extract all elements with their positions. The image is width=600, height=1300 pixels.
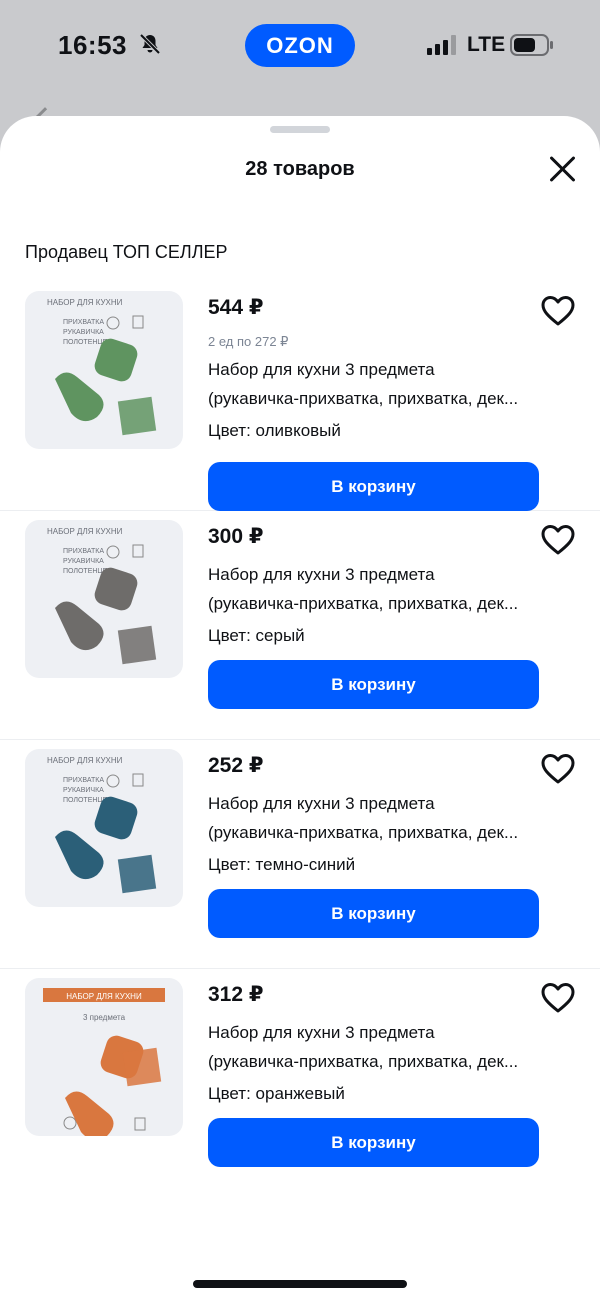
image-caption: ПОЛОТЕНЦЕ: [63, 339, 108, 346]
product-image[interactable]: НАБОР ДЛЯ КУХНИ ПРИХВАТКА РУКАВИЧКА ПОЛОТЕ…: [25, 291, 183, 449]
products-bottom-sheet: 28 товаров Продавец ТОП СЕЛЛЕР НАБОР ДЛЯ…: [0, 116, 600, 1300]
product-image[interactable]: НАБОР ДЛЯ КУХНИ ПРИХВАТКА РУКАВИЧКА ПОЛОТЕ…: [25, 520, 183, 678]
product-card[interactable]: НАБОР ДЛЯ КУХНИ ПРИХВАТКА РУКАВИЧКА ПОЛОТЕ…: [0, 282, 600, 511]
product-title-line[interactable]: (рукавичка-прихватка, прихватка, дек...: [208, 389, 518, 409]
image-heading: НАБОР ДЛЯ КУХНИ: [47, 756, 123, 765]
network-type: LTE: [467, 33, 506, 56]
product-price: 544 ₽: [208, 296, 264, 319]
add-to-cart-button[interactable]: В корзину: [208, 1118, 539, 1167]
image-caption: РУКАВИЧКА: [63, 787, 104, 794]
product-title-line[interactable]: (рукавичка-прихватка, прихватка, дек...: [208, 1052, 518, 1072]
add-to-cart-button[interactable]: В корзину: [208, 660, 539, 709]
sheet-title: 28 товаров: [245, 158, 355, 180]
heart-icon[interactable]: [540, 982, 576, 1014]
sheet-grabber[interactable]: [270, 126, 330, 133]
product-title-line[interactable]: Набор для кухни 3 предмета: [208, 360, 435, 380]
home-indicator[interactable]: [193, 1280, 407, 1288]
bell-slash-icon: [139, 33, 161, 55]
add-to-cart-button[interactable]: В корзину: [208, 889, 539, 938]
cellular-signal-icon: [427, 35, 456, 55]
product-title-line[interactable]: (рукавичка-прихватка, прихватка, дек...: [208, 823, 518, 843]
heart-icon[interactable]: [540, 524, 576, 556]
product-title-line[interactable]: (рукавичка-прихватка, прихватка, дек...: [208, 594, 518, 614]
product-image[interactable]: НАБОР ДЛЯ КУХНИ ПРИХВАТКА РУКАВИЧКА ПОЛОТЕ…: [25, 749, 183, 907]
unit-price: 2 ед по 272 ₽: [208, 334, 289, 349]
image-caption: ПРИХВАТКА: [63, 777, 104, 784]
product-title-line[interactable]: Набор для кухни 3 предмета: [208, 1023, 435, 1043]
heart-icon[interactable]: [540, 753, 576, 785]
close-icon[interactable]: [546, 152, 580, 186]
image-caption: ПОЛОТЕНЦЕ: [63, 568, 108, 575]
ozon-app-badge[interactable]: OZON: [245, 24, 355, 67]
product-card[interactable]: НАБОР ДЛЯ КУХНИ ПРИХВАТКА РУКАВИЧКА ПОЛОТЕ…: [0, 740, 600, 969]
image-heading: НАБОР ДЛЯ КУХНИ: [47, 298, 123, 307]
image-caption: ПРИХВАТКА: [63, 319, 104, 326]
image-caption: ПРИХВАТКА: [63, 548, 104, 555]
product-price: 252 ₽: [208, 754, 264, 777]
product-price: 300 ₽: [208, 525, 264, 548]
product-card[interactable]: НАБОР ДЛЯ КУХНИ ПРИХВАТКА РУКАВИЧКА ПОЛОТЕ…: [0, 511, 600, 740]
product-price: 312 ₽: [208, 983, 264, 1006]
add-to-cart-button[interactable]: В корзину: [208, 462, 539, 511]
heart-icon[interactable]: [540, 295, 576, 327]
image-caption: РУКАВИЧКА: [63, 329, 104, 336]
product-color: Цвет: оливковый: [208, 421, 341, 440]
image-heading: НАБОР ДЛЯ КУХНИ: [47, 527, 123, 536]
seller-name: Продавец ТОП СЕЛЛЕР: [25, 242, 228, 262]
image-heading: НАБОР ДЛЯ КУХНИ: [66, 992, 142, 1001]
status-bar: 16:53 OZON LTE: [0, 0, 600, 92]
product-title-line[interactable]: Набор для кухни 3 предмета: [208, 565, 435, 585]
image-caption: 3 предмета: [83, 1013, 126, 1022]
product-card[interactable]: НАБОР ДЛЯ КУХНИ 3 предмета 312 ₽ Набор д…: [0, 969, 600, 1198]
product-color: Цвет: серый: [208, 626, 305, 645]
product-image[interactable]: НАБОР ДЛЯ КУХНИ 3 предмета: [25, 978, 183, 1136]
product-color: Цвет: темно-синий: [208, 855, 356, 874]
product-title-line[interactable]: Набор для кухни 3 предмета: [208, 794, 435, 814]
image-caption: ПОЛОТЕНЦЕ: [63, 797, 108, 804]
status-time: 16:53: [58, 30, 127, 60]
image-caption: РУКАВИЧКА: [63, 558, 104, 565]
product-color: Цвет: оранжевый: [208, 1084, 345, 1103]
battery-icon: [510, 34, 553, 56]
